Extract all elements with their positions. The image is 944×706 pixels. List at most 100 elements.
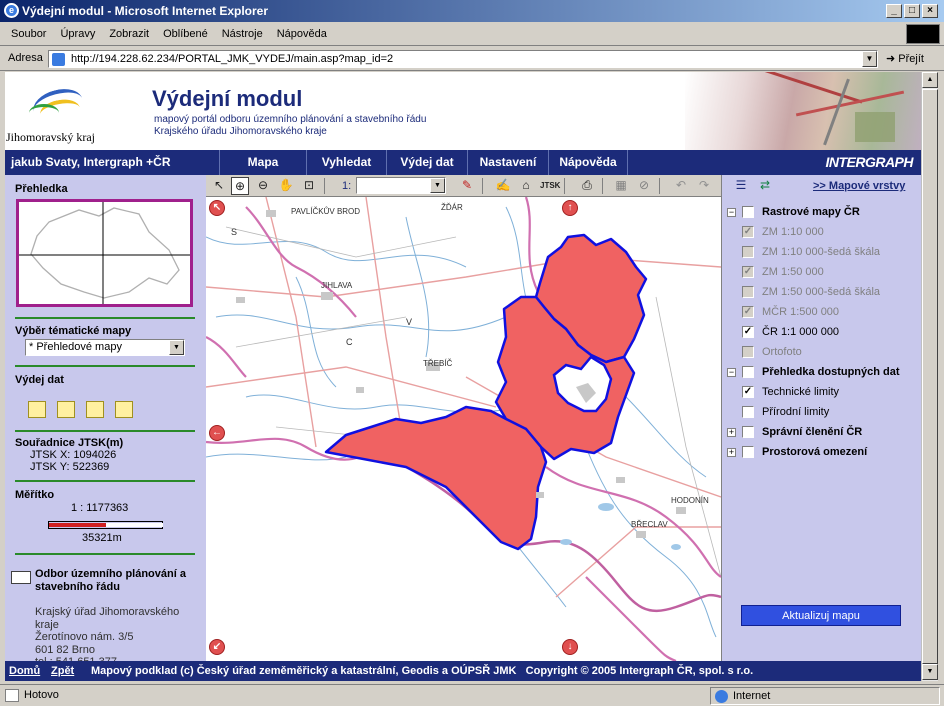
menu-edit[interactable]: Úpravy [53, 22, 102, 46]
nav-data-export[interactable]: Výdej dat [386, 150, 467, 175]
home-link[interactable]: Domů [9, 661, 40, 681]
layer-checkbox[interactable] [742, 406, 754, 418]
layer-checkbox[interactable]: ✓ [742, 326, 754, 338]
layer-row[interactable]: Ortofoto [722, 343, 921, 363]
layer-row[interactable]: ✓ ZM 1:50 000 [722, 263, 921, 283]
redo-icon[interactable]: ↷ [695, 177, 713, 195]
app-subtitle-1: mapový portál odboru územního plánování … [154, 114, 427, 125]
export-data-icon[interactable] [57, 401, 75, 418]
map-label: S [231, 227, 238, 237]
pan-north-icon[interactable]: ↑ [562, 200, 578, 216]
scale-length: 35321m [82, 532, 122, 544]
menu-view[interactable]: Zobrazit [102, 22, 156, 46]
layer-row[interactable]: ✓ ZM 1:10 000 [722, 223, 921, 243]
export-data-icon[interactable] [28, 401, 46, 418]
coord-y: JTSK Y: 522369 [30, 461, 110, 473]
layer-checkbox[interactable] [742, 366, 754, 378]
theme-select[interactable]: * Přehledové mapy ▼ [25, 339, 185, 356]
layer-checkbox[interactable]: ✓ [742, 226, 754, 238]
layer-row[interactable]: Přírodní limity [722, 403, 921, 423]
pointer-icon[interactable]: ↖ [210, 177, 228, 195]
nav-map[interactable]: Mapa [219, 150, 306, 175]
menu-tools[interactable]: Nástroje [215, 22, 270, 46]
map-layers-link[interactable]: >> Mapové vrstvy [813, 180, 905, 192]
layer-row[interactable]: ZM 1:10 000-šedá škála [722, 243, 921, 263]
nav-settings[interactable]: Nastavení [467, 150, 548, 175]
layer-row[interactable]: ✓ Technické limity [722, 383, 921, 403]
clear-icon[interactable]: ✎ [458, 177, 476, 195]
layer-row[interactable]: + Správní členění ČR [722, 423, 921, 443]
vertical-scrollbar[interactable]: ▲ ▼ [921, 72, 938, 681]
export-data-icon[interactable] [115, 401, 133, 418]
expand-icon[interactable]: + [727, 448, 736, 457]
pan-south-icon[interactable]: ↓ [562, 639, 578, 655]
layer-checkbox[interactable]: ✓ [742, 266, 754, 278]
map-label: ŽĎÁR [441, 203, 463, 212]
maximize-button[interactable]: □ [904, 4, 920, 18]
menu-file[interactable]: Soubor [4, 22, 53, 46]
pan-icon[interactable]: ✋ [277, 177, 295, 195]
map-view[interactable]: PAVLÍČKŮV BROD JIHLAVA TŘEBÍČ BŘECLAV HO… [206, 197, 721, 661]
pan-northwest-icon[interactable]: ↖ [209, 200, 225, 216]
globe-icon [715, 690, 728, 703]
layer-checkbox[interactable] [742, 446, 754, 458]
collapse-icon[interactable]: − [727, 368, 736, 377]
scroll-up-icon[interactable]: ▲ [922, 72, 938, 88]
scroll-down-icon[interactable]: ▼ [922, 664, 938, 680]
layer-row[interactable]: − Rastrové mapy ČR [722, 203, 921, 223]
layer-checkbox[interactable] [742, 206, 754, 218]
go-button[interactable]: ➜ Přejít [886, 52, 924, 65]
update-map-button[interactable]: Aktualizuj mapu [741, 605, 901, 626]
pan-west-icon[interactable]: ← [209, 425, 225, 441]
envelope-icon[interactable] [11, 571, 31, 584]
collapse-icon[interactable]: − [727, 208, 736, 217]
overview-title: Přehledka [15, 183, 68, 195]
zoom-out-icon[interactable]: ⊖ [254, 177, 272, 195]
scroll-thumb[interactable] [922, 89, 938, 664]
layer-row[interactable]: ✓ MČR 1:500 000 [722, 303, 921, 323]
layer-checkbox[interactable] [742, 286, 754, 298]
jtsk-coordinates-icon[interactable]: JTSK [540, 177, 560, 195]
layer-label: ZM 1:10 000-šedá škála [762, 246, 881, 258]
cancel-icon[interactable]: ⊘ [635, 177, 653, 195]
expand-icon[interactable]: + [727, 428, 736, 437]
export-data-icon[interactable] [86, 401, 104, 418]
undo-icon[interactable]: ↶ [672, 177, 690, 195]
menu-favorites[interactable]: Oblíbené [156, 22, 215, 46]
layer-row[interactable]: − Přehledka dostupných dat [722, 363, 921, 383]
refresh-icon[interactable]: ⇄ [756, 177, 774, 195]
contact-line: 601 82 Brno [35, 643, 95, 656]
close-button[interactable]: × [922, 4, 938, 18]
nav-help[interactable]: Nápověda [548, 150, 628, 175]
zoom-in-icon[interactable]: ⊕ [231, 177, 249, 195]
window-title-bar[interactable]: e Výdejní modul - Microsoft Internet Exp… [0, 0, 944, 22]
measure-icon[interactable]: ✍ [494, 177, 512, 195]
menu-help[interactable]: Nápověda [270, 22, 334, 46]
layer-row[interactable]: ✓ ČR 1:1 000 000 [722, 323, 921, 343]
app-title: Výdejní modul [152, 86, 303, 111]
minimize-button[interactable]: _ [886, 4, 902, 18]
overview-map[interactable] [16, 199, 193, 307]
logo-text: Jihomoravský kraj [6, 130, 95, 144]
window-title: Výdejní modul - Microsoft Internet Explo… [22, 4, 269, 18]
back-link[interactable]: Zpět [51, 661, 74, 681]
nav-search[interactable]: Vyhledat [306, 150, 386, 175]
grid-icon[interactable]: ▦ [612, 177, 630, 195]
stamp-icon[interactable]: ⌂ [517, 177, 535, 195]
layer-checkbox[interactable] [742, 426, 754, 438]
layer-checkbox[interactable]: ✓ [742, 386, 754, 398]
address-input[interactable]: http://194.228.62.234/PORTAL_JMK_VYDEJ/m… [48, 50, 878, 68]
legend-icon[interactable]: ☰ [732, 177, 750, 195]
layer-checkbox[interactable] [742, 246, 754, 258]
layer-label: MČR 1:500 000 [762, 306, 840, 318]
layer-row[interactable]: ZM 1:50 000-šedá škála [722, 283, 921, 303]
scale-select[interactable]: ▼ [356, 177, 446, 194]
user-name: jakub Svaty, Intergraph +ČR [11, 155, 171, 169]
layer-checkbox[interactable]: ✓ [742, 306, 754, 318]
print-icon[interactable]: ⎙ [578, 177, 596, 195]
address-dropdown-icon[interactable]: ▼ [862, 51, 877, 67]
layer-row[interactable]: + Prostorová omezení [722, 443, 921, 463]
pan-southwest-icon[interactable]: ↙ [209, 639, 225, 655]
layer-checkbox[interactable] [742, 346, 754, 358]
zoom-extent-icon[interactable]: ⊡ [300, 177, 318, 195]
